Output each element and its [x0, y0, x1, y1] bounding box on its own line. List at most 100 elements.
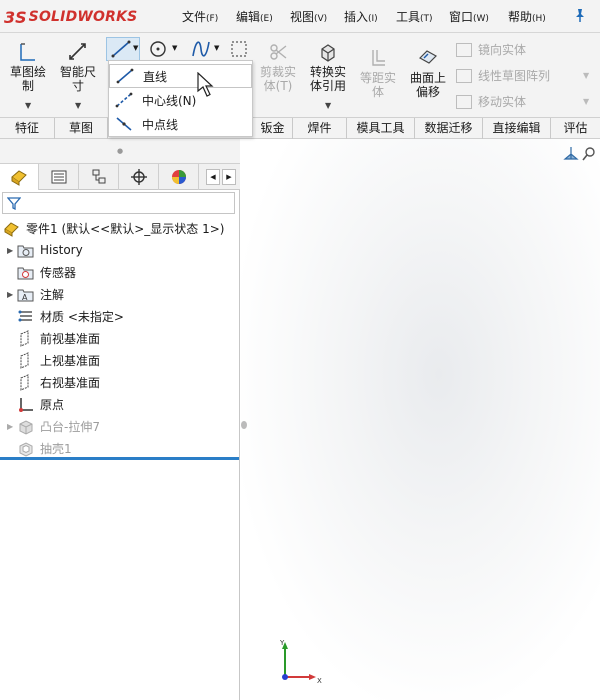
tabs-scroll-left-icon[interactable]: ◀	[206, 169, 220, 185]
view-orientation-icon[interactable]	[561, 145, 597, 163]
flyout-item-line[interactable]: 直线	[109, 64, 252, 88]
tree-item-material[interactable]: 材质 <未指定>	[0, 305, 240, 327]
display-manager-icon	[172, 170, 186, 184]
spline-icon	[192, 41, 210, 57]
tab-property-manager[interactable]	[40, 164, 79, 190]
tab-sheet-metal[interactable]: 钣金	[253, 118, 293, 139]
panel-grip[interactable]: ●	[0, 139, 240, 163]
tab-configuration-manager[interactable]	[80, 164, 119, 190]
trim-entities-button[interactable]: 剪裁实 体(T)	[254, 41, 302, 93]
menu-tools[interactable]: 工具(T)	[396, 8, 433, 25]
tab-feature-manager[interactable]	[0, 164, 39, 190]
tab-dimxpert-manager[interactable]	[120, 164, 159, 190]
expand-icon[interactable]: ▶	[7, 246, 17, 255]
sketch-button[interactable]: 草图绘 制	[6, 41, 50, 93]
flyout-item-label: 中点线	[142, 117, 179, 132]
flyout-item-midpoint-line[interactable]: 中点线	[109, 112, 252, 136]
tree-item-annotations[interactable]: ▶ A 注解	[0, 283, 240, 305]
offset-on-surface-icon	[419, 50, 437, 64]
tree-item-front-plane[interactable]: 前视基准面	[0, 327, 240, 349]
tree-item-right-plane[interactable]: 右视基准面	[0, 371, 240, 393]
line-tool-icon	[111, 40, 131, 58]
tree-item-shell[interactable]: 抽壳1	[0, 437, 240, 459]
tab-mold-tools[interactable]: 模具工具	[347, 118, 415, 139]
smart-dimension-dropdown-icon[interactable]: ▼	[75, 101, 81, 110]
triad-x-label: X	[317, 677, 322, 685]
convert-entities-button[interactable]: 转换实 体引用	[304, 41, 352, 93]
mirror-entities-button[interactable]: 镜向实体	[456, 41, 526, 58]
tree-item-history[interactable]: ▶ History	[0, 239, 240, 261]
sketch-label-2: 制	[21, 79, 34, 93]
spline-dropdown-icon[interactable]: ▼	[214, 44, 219, 52]
tab-features[interactable]: 特征	[0, 118, 55, 139]
trim-icon	[270, 44, 287, 60]
tree-item-label: 原点	[40, 397, 65, 412]
offset-entities-button[interactable]: 等距实 体	[354, 47, 402, 99]
move-entities-button[interactable]: 移动实体	[456, 93, 526, 110]
view-toolbar	[561, 145, 597, 166]
offset-icon	[372, 50, 385, 66]
menu-edit[interactable]: 编辑(E)	[236, 8, 273, 25]
line-tool-dropdown-icon[interactable]: ▼	[133, 44, 138, 52]
menu-view[interactable]: 视图(V)	[290, 8, 327, 25]
feature-manager-icon	[11, 170, 27, 186]
sketch-dropdown-icon[interactable]: ▼	[25, 101, 31, 110]
feature-manager-panel: ● ◀ ▶ 零件1 (默认<<默认>_显示状态 1>) ▶ History 传感…	[0, 139, 240, 700]
expand-icon[interactable]: ▶	[7, 422, 17, 431]
tab-display-manager[interactable]	[160, 164, 199, 190]
circle-icon	[150, 41, 166, 57]
tree-filter-input[interactable]	[2, 192, 235, 214]
menu-window[interactable]: 窗口(W)	[449, 8, 489, 25]
solidworks-logo[interactable]: 3S SOLIDWORKS	[4, 5, 137, 29]
annotations-icon: A	[17, 286, 34, 303]
menu-insert[interactable]: 插入(I)	[344, 8, 378, 25]
tree-root-part[interactable]: 零件1 (默认<<默认>_显示状态 1>)	[0, 217, 240, 239]
rectangle-tool-button[interactable]	[230, 40, 248, 61]
expand-icon[interactable]: ▶	[7, 290, 17, 299]
rollback-bar[interactable]	[0, 457, 239, 460]
crosshair-icon	[131, 169, 147, 185]
tree-item-label: 右视基准面	[40, 375, 101, 390]
part-icon	[3, 220, 20, 237]
line-tool-button[interactable]: ▼	[106, 37, 140, 61]
offset-on-surface-button[interactable]: 曲面上 偏移	[404, 47, 452, 99]
menu-file[interactable]: 文件(F)	[182, 8, 218, 25]
panel-splitter-handle[interactable]	[241, 421, 247, 429]
sensor-icon	[17, 264, 34, 281]
mirror-icon	[456, 42, 472, 57]
linear-pattern-button[interactable]: 线性草图阵列	[456, 67, 550, 84]
property-manager-icon	[51, 170, 67, 184]
circle-tool-button[interactable]: ▼	[148, 39, 177, 62]
tree-item-label: 注解	[40, 287, 65, 302]
tab-data-migration[interactable]: 数据迁移	[415, 118, 483, 139]
configuration-manager-icon	[92, 169, 106, 184]
mirror-label: 镜向实体	[478, 43, 527, 57]
smart-dimension-button[interactable]: 智能尺 寸	[56, 41, 100, 93]
tab-sketch[interactable]: 草图	[55, 118, 108, 139]
graphics-area[interactable]	[241, 139, 600, 700]
move-dropdown-icon[interactable]: ▼	[583, 97, 589, 106]
pin-icon[interactable]	[573, 8, 587, 26]
tree-item-origin[interactable]: 原点	[0, 393, 240, 415]
tab-weldments[interactable]: 焊件	[293, 118, 347, 139]
smart-dimension-icon	[69, 43, 86, 60]
circle-dropdown-icon[interactable]: ▼	[172, 44, 177, 52]
menu-help[interactable]: 帮助(H)	[508, 8, 546, 25]
convert-dropdown-icon[interactable]: ▼	[325, 101, 331, 110]
flyout-item-label: 中心线(N)	[142, 93, 197, 108]
tree-item-sensors[interactable]: 传感器	[0, 261, 240, 283]
tabs-scroll-right-icon[interactable]: ▶	[222, 169, 236, 185]
tab-evaluate[interactable]: 评估	[551, 118, 600, 139]
app-name: SOLIDWORKS	[28, 9, 138, 25]
flyout-item-centerline[interactable]: 中心线(N)	[109, 88, 252, 112]
linear-pattern-icon	[456, 68, 472, 83]
tree-item-boss-extrude[interactable]: ▶ 凸台-拉伸7	[0, 415, 240, 437]
menu-bar: 3S SOLIDWORKS 文件(F) 编辑(E) 视图(V) 插入(I) 工具…	[0, 0, 600, 33]
mouse-cursor-icon	[197, 72, 214, 97]
tab-direct-editing[interactable]: 直接编辑	[483, 118, 551, 139]
tree-item-top-plane[interactable]: 上视基准面	[0, 349, 240, 371]
tree-item-label: 凸台-拉伸7	[40, 419, 100, 434]
spline-tool-button[interactable]: ▼	[190, 39, 219, 62]
extrude-icon	[17, 418, 34, 435]
linear-pattern-dropdown-icon[interactable]: ▼	[583, 71, 589, 80]
